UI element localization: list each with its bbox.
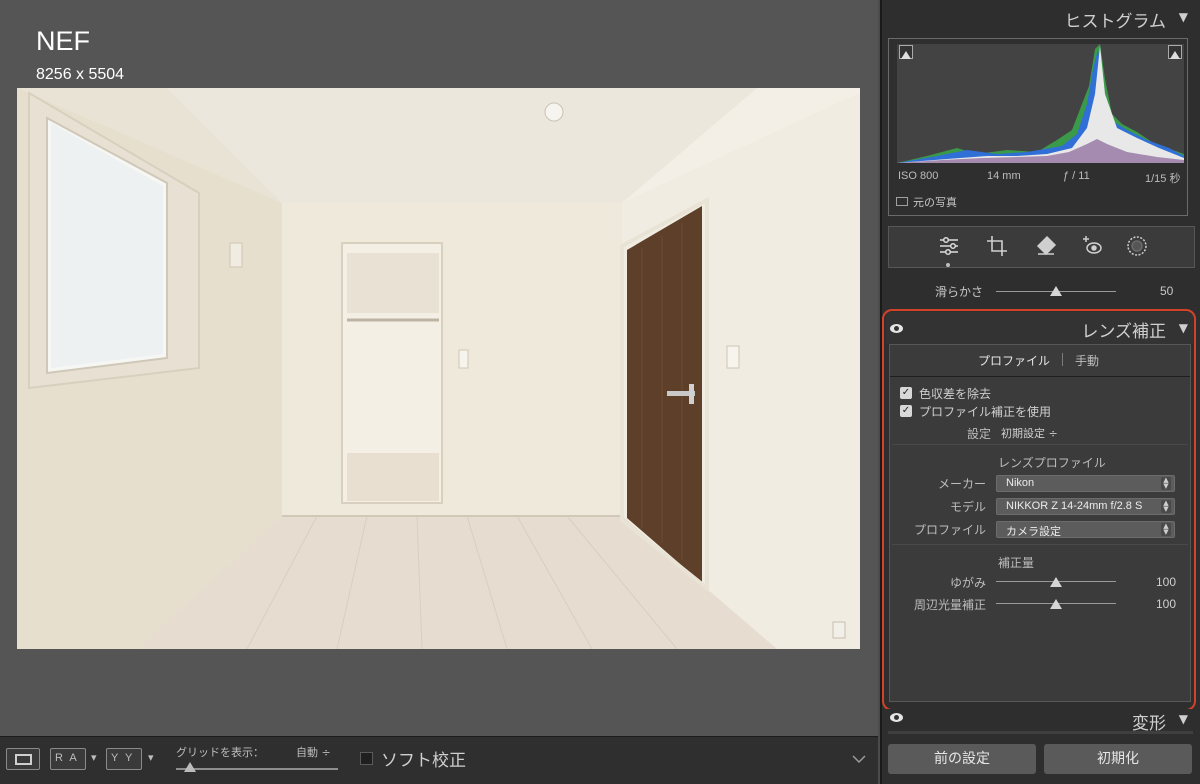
tab-manual[interactable]: 手動: [1075, 352, 1099, 369]
histogram-graph[interactable]: [897, 44, 1184, 163]
smoothness-knob[interactable]: [1050, 286, 1062, 296]
lens-correction-title[interactable]: レンズ補正: [1081, 317, 1166, 342]
previous-settings-button[interactable]: 前の設定: [888, 744, 1036, 774]
highlight-clipping-icon[interactable]: [1168, 45, 1182, 59]
file-name: NEF: [36, 26, 90, 56]
toolbar-menu-button[interactable]: [844, 748, 874, 770]
focal-length-value: 14 mm: [987, 170, 1021, 182]
model-label: モデル: [949, 500, 986, 514]
single-view-icon: [15, 754, 32, 765]
histogram-title[interactable]: ヒストグラム: [1065, 7, 1167, 32]
remove-ca-checkbox[interactable]: ✓: [900, 387, 912, 399]
adjust-sliders-icon[interactable]: [937, 234, 961, 258]
grid-opacity-slider[interactable]: [176, 768, 338, 770]
model-select[interactable]: NIKKOR Z 14-24mm f/2.8 S ▲ ▼: [996, 498, 1175, 515]
amount-heading: 補正量: [998, 556, 1035, 570]
grid-overlay-label: グリッドを表示：: [176, 746, 264, 759]
red-eye-icon[interactable]: [1081, 234, 1105, 258]
section-divider: [892, 544, 1188, 545]
grid-overlay-select[interactable]: 自動 ÷: [296, 744, 331, 760]
histogram-collapse-icon[interactable]: ▼: [1179, 10, 1188, 24]
before-after-lr-dropdown-icon[interactable]: ▾: [91, 751, 97, 764]
eye-icon[interactable]: [890, 713, 903, 722]
radial-mask-icon[interactable]: [1125, 234, 1149, 258]
active-tool-dot: [946, 263, 950, 267]
remove-ca-label: 色収差を除去: [919, 387, 992, 401]
stepper-icon: ▲ ▼: [1161, 477, 1171, 490]
distortion-label: ゆがみ: [949, 576, 986, 590]
eye-icon[interactable]: [890, 324, 903, 333]
yy-label: Y Y: [111, 752, 135, 764]
enable-profile-checkbox[interactable]: ✓: [900, 405, 912, 417]
stepper-icon: ▲ ▼: [1161, 523, 1171, 536]
stepper-icon: ▲ ▼: [1161, 500, 1171, 513]
soft-proof-label: ソフト校正: [381, 751, 466, 771]
single-view-button[interactable]: [6, 748, 40, 770]
vignetting-value[interactable]: 100: [1156, 597, 1176, 611]
make-label: メーカー: [937, 477, 986, 491]
setup-select[interactable]: 初期設定 ÷: [1001, 425, 1058, 441]
smoothness-value[interactable]: 50: [1160, 284, 1173, 298]
image-dimensions: 8256 x 5504: [36, 66, 125, 83]
smoothness-label: 滑らかさ: [935, 285, 984, 299]
shutter-speed-value: 1/15 秒: [1145, 173, 1181, 185]
shadow-clipping-icon[interactable]: [899, 45, 913, 59]
eraser-icon[interactable]: [1034, 234, 1058, 258]
lens-collapse-icon[interactable]: ▼: [1179, 321, 1188, 335]
aperture-value: ƒ / 11: [1063, 170, 1090, 182]
tab-separator: [890, 376, 1190, 377]
vignetting-label: 周辺光量補正: [913, 598, 986, 612]
make-select[interactable]: Nikon ▲ ▼: [996, 475, 1175, 492]
vignetting-knob[interactable]: [1050, 599, 1062, 609]
ra-label: R A: [55, 752, 79, 764]
distortion-knob[interactable]: [1050, 577, 1062, 587]
crop-icon[interactable]: [985, 234, 1009, 258]
profile-value: カメラ設定: [1006, 526, 1061, 538]
profile-label: プロファイル: [913, 523, 986, 537]
original-photo-label: 元の写真: [913, 196, 957, 209]
reset-button[interactable]: 初期化: [1044, 744, 1192, 774]
chevron-down-icon: [852, 755, 866, 764]
before-after-tb-dropdown-icon[interactable]: ▾: [148, 751, 154, 764]
profile-select[interactable]: カメラ設定 ▲ ▼: [996, 521, 1175, 538]
setup-label: 設定: [966, 427, 991, 441]
soft-proof-checkbox[interactable]: [360, 752, 373, 765]
transform-divider: [888, 731, 1193, 734]
before-after-lr-button[interactable]: R A: [50, 748, 86, 770]
grid-opacity-knob[interactable]: [184, 762, 196, 772]
original-photo-checkbox[interactable]: [896, 197, 908, 206]
before-after-tb-button[interactable]: Y Y: [106, 748, 142, 770]
iso-value: ISO 800: [898, 170, 939, 182]
section-divider: [892, 444, 1188, 445]
tab-profile[interactable]: プロファイル: [978, 352, 1050, 369]
tab-divider: [1062, 353, 1063, 366]
make-value: Nikon: [1006, 477, 1035, 489]
model-value: NIKKOR Z 14-24mm f/2.8 S: [1006, 500, 1143, 512]
main-photo[interactable]: [17, 88, 860, 649]
distortion-value[interactable]: 100: [1156, 575, 1176, 589]
lens-profile-heading: レンズプロファイル: [998, 456, 1106, 470]
transform-collapse-icon[interactable]: ▼: [1179, 712, 1188, 726]
enable-profile-label: プロファイル補正を使用: [919, 405, 1052, 419]
